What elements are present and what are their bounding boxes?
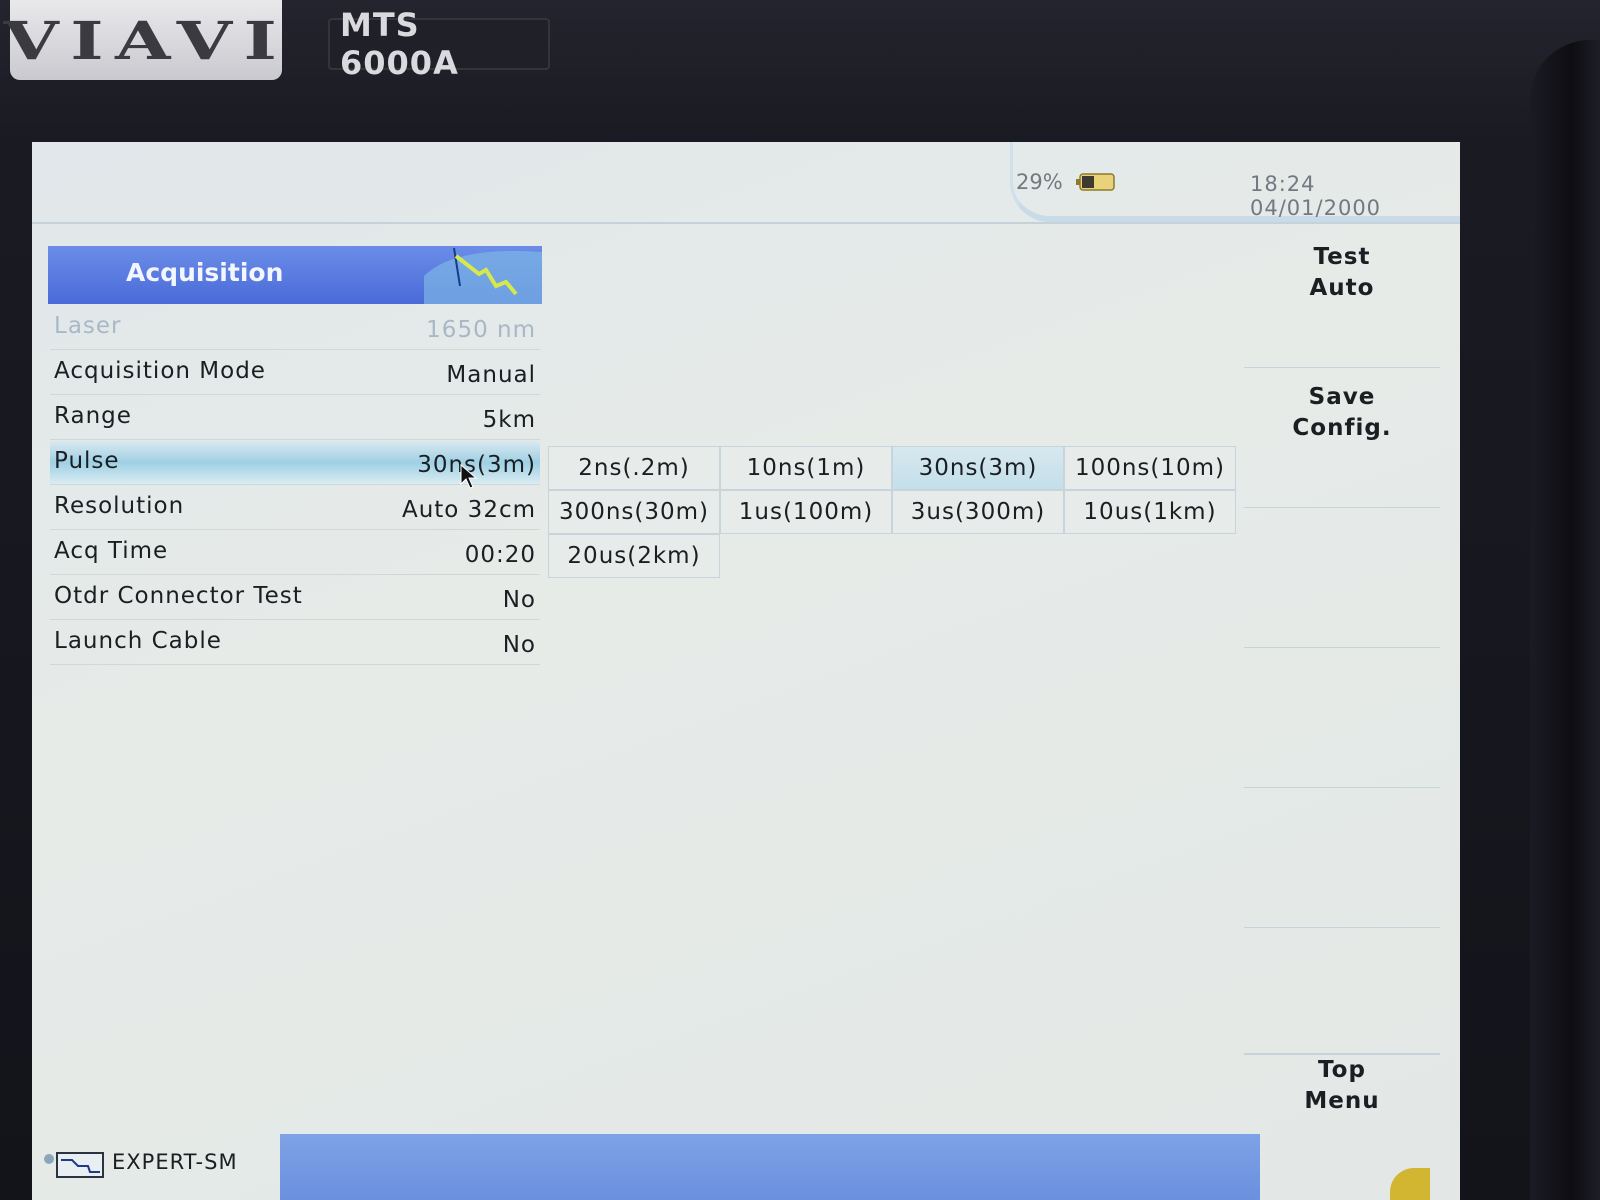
param-row-range[interactable]: Range 5km <box>50 396 540 440</box>
status-bar: 29% 18:24 04/01/2000 <box>32 142 1460 224</box>
model-badge: MTS 6000A <box>328 6 550 82</box>
param-label: Pulse <box>54 448 120 474</box>
softkey-empty-3[interactable] <box>1244 510 1440 648</box>
mouse-pointer-icon <box>460 464 478 489</box>
param-row-acq-time[interactable]: Acq Time 00:20 <box>50 531 540 575</box>
pulse-option-30ns[interactable]: 30ns(3m) <box>892 446 1064 490</box>
pulse-option-2ns[interactable]: 2ns(.2m) <box>548 446 720 490</box>
pulse-option-10ns[interactable]: 10ns(1m) <box>720 446 892 490</box>
param-row-laser: Laser 1650 nm <box>50 306 540 350</box>
test-auto-softkey[interactable]: Test Auto <box>1244 230 1440 368</box>
softkey-empty-5[interactable] <box>1244 790 1440 928</box>
param-row-otdr-connector-test[interactable]: Otdr Connector Test No <box>50 576 540 620</box>
param-value: 1650 nm <box>426 317 536 343</box>
clock: 18:24 04/01/2000 <box>1250 172 1460 220</box>
param-value: No <box>502 587 536 613</box>
param-label: Resolution <box>54 493 185 519</box>
otdr-mode-icon <box>56 1152 104 1178</box>
otdr-trace-icon <box>424 247 542 304</box>
clock-time: 18:24 <box>1250 172 1316 196</box>
param-row-launch-cable[interactable]: Launch Cable No <box>50 621 540 665</box>
param-row-acquisition-mode[interactable]: Acquisition Mode Manual <box>50 351 540 395</box>
clock-date: 04/01/2000 <box>1250 196 1382 220</box>
screen: 29% 18:24 04/01/2000 Acquisition Laser 1… <box>32 142 1460 1200</box>
battery-percentage: 29% <box>1016 170 1063 194</box>
param-value: No <box>502 632 536 658</box>
bottom-status-bar <box>280 1134 1260 1200</box>
acquisition-panel-header: Acquisition <box>48 246 542 304</box>
brand-logo-text: VIAVI <box>3 8 289 72</box>
softkey-empty-4[interactable] <box>1244 650 1440 788</box>
param-value: 00:20 <box>464 542 536 568</box>
param-value: Auto 32cm <box>401 497 536 523</box>
device-bezel-right <box>1530 40 1600 1200</box>
pulse-option-300ns[interactable]: 300ns(30m) <box>548 490 720 534</box>
pulse-option-1us[interactable]: 1us(100m) <box>720 490 892 534</box>
brand-logo: VIAVI <box>4 0 282 80</box>
save-config-softkey[interactable]: Save Config. <box>1244 370 1440 508</box>
param-label: Acquisition Mode <box>54 358 266 384</box>
mode-label: EXPERT-SM <box>112 1150 238 1174</box>
mode-indicator-dot <box>44 1154 54 1164</box>
pulse-option-10us[interactable]: 10us(1km) <box>1064 490 1236 534</box>
param-value: Manual <box>446 362 536 388</box>
pulse-option-3us[interactable]: 3us(300m) <box>892 490 1064 534</box>
softkey-empty-6[interactable] <box>1244 920 1440 1054</box>
model-label: MTS 6000A <box>340 6 459 82</box>
panel-title: Acquisition <box>126 258 284 287</box>
param-label: Laser <box>54 313 122 339</box>
param-label: Range <box>54 403 132 429</box>
param-label: Acq Time <box>54 538 169 564</box>
pulse-option-20us[interactable]: 20us(2km) <box>548 534 720 578</box>
param-row-resolution[interactable]: Resolution Auto 32cm <box>50 486 540 530</box>
param-label: Otdr Connector Test <box>54 583 303 609</box>
param-label: Launch Cable <box>54 628 222 654</box>
param-value: 5km <box>482 407 536 433</box>
pulse-option-100ns[interactable]: 100ns(10m) <box>1064 446 1236 490</box>
battery-icon <box>1076 173 1115 191</box>
